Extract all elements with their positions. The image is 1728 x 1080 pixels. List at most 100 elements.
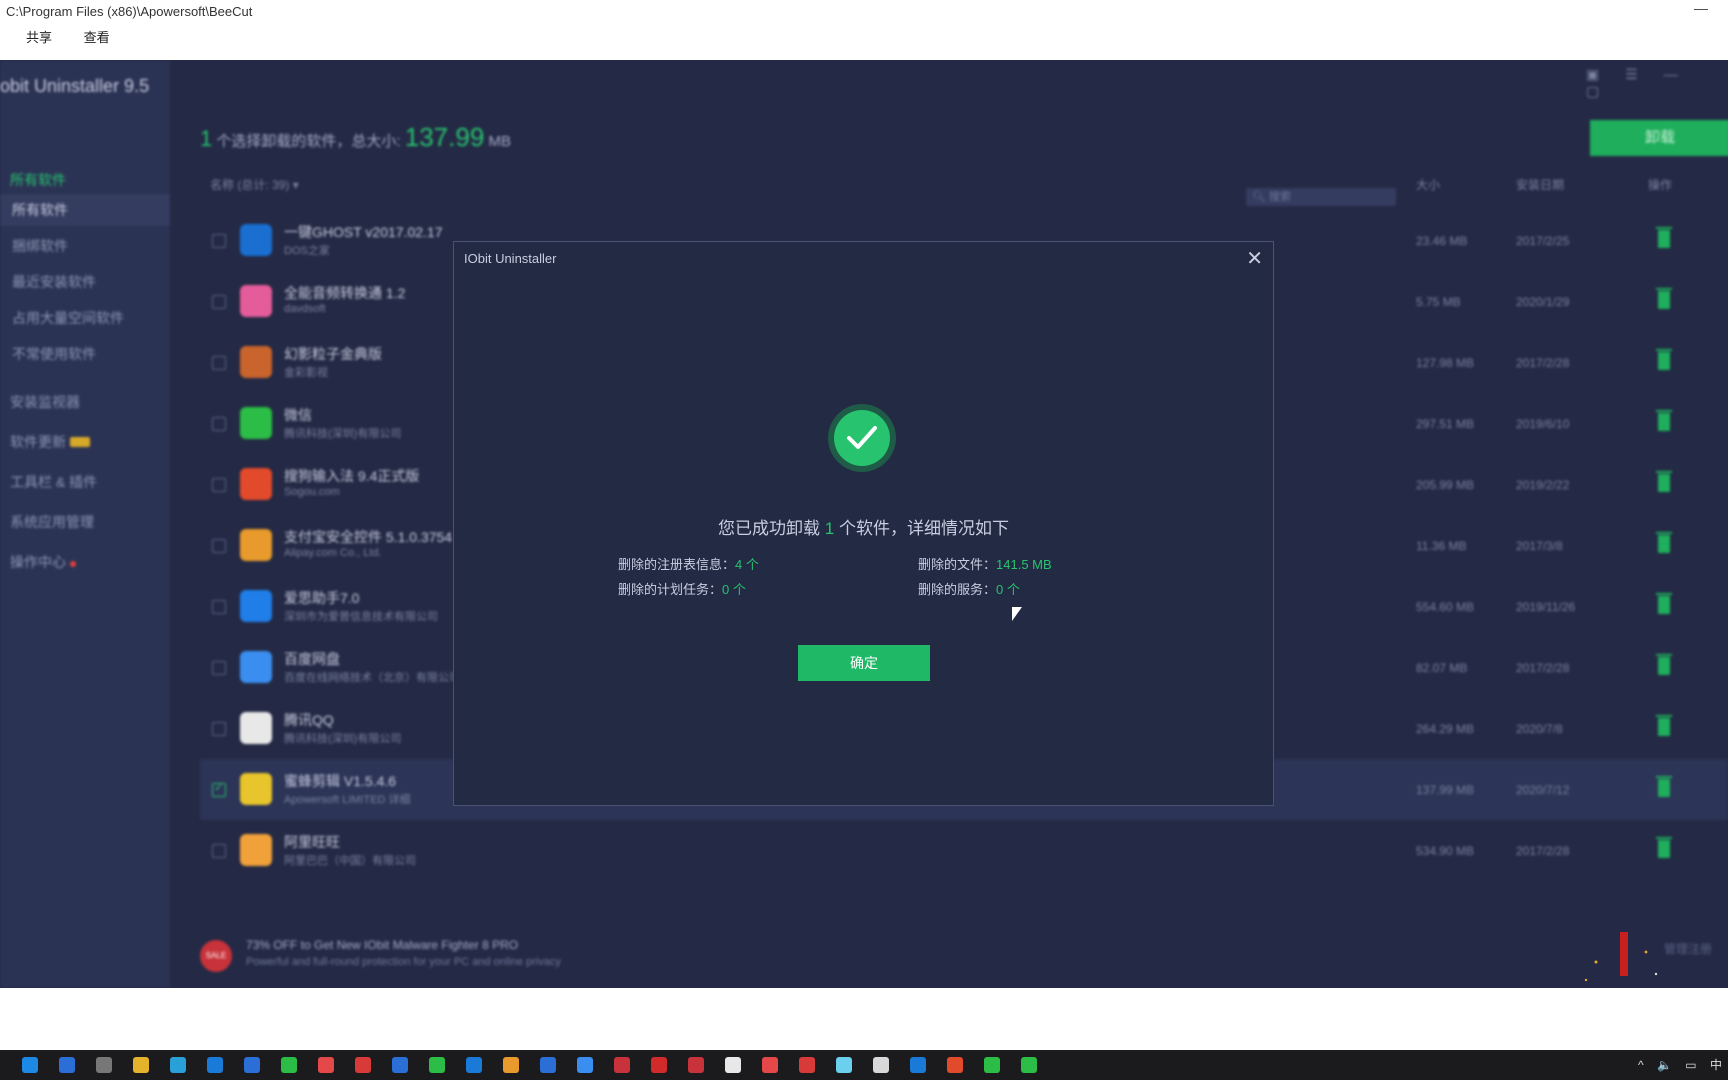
registry-label: 删除的注册表信息： [618, 557, 736, 572]
trash-icon[interactable] [1656, 715, 1672, 736]
taskbar-app-icon[interactable] [133, 1057, 149, 1073]
row-checkbox[interactable] [212, 539, 226, 553]
maximize-icon[interactable]: ▢ [1586, 83, 1599, 99]
explorer-minimize-icon[interactable]: — [1694, 0, 1708, 16]
sidebar-sub-large[interactable]: 占用大量空间软件 [12, 308, 124, 328]
row-checkbox[interactable] [212, 295, 226, 309]
row-checkbox[interactable] [212, 417, 226, 431]
taskbar-app-icon[interactable] [910, 1057, 926, 1073]
row-size: 297.51 MB [1416, 417, 1475, 431]
sidebar-sub-bundled[interactable]: 捆绑软件 [12, 236, 68, 256]
taskbar-app-icon[interactable] [281, 1057, 297, 1073]
row-name: 搜狗输入法 9.4正式版 [284, 468, 420, 484]
taskbar-app-icon[interactable] [429, 1057, 445, 1073]
firework-decoration-icon [1584, 932, 1658, 982]
row-checkbox[interactable] [212, 356, 226, 370]
app-icon [240, 712, 272, 744]
row-checkbox[interactable] [212, 661, 226, 675]
ok-button[interactable]: 确定 [798, 645, 930, 681]
row-name: 腾讯QQ [284, 712, 334, 728]
taskbar-app-icon[interactable] [651, 1057, 667, 1073]
volume-icon[interactable]: 🔈 [1657, 1058, 1672, 1072]
taskbar-app-icon[interactable] [466, 1057, 482, 1073]
sidebar-sub-rarely-used[interactable]: 不常使用软件 [12, 344, 96, 364]
taskbar-app-icon[interactable] [392, 1057, 408, 1073]
tray-expand-icon[interactable]: ^ [1638, 1058, 1644, 1072]
row-checkbox[interactable] [212, 478, 226, 492]
taskbar-app-icon[interactable] [577, 1057, 593, 1073]
trash-icon[interactable] [1656, 837, 1672, 858]
row-checkbox[interactable] [212, 600, 226, 614]
taskbar-app-icon[interactable] [725, 1057, 741, 1073]
taskbar-app-icon[interactable] [170, 1057, 186, 1073]
search-input[interactable]: 🔍︎ 搜索 [1246, 188, 1396, 206]
row-publisher: 腾讯科技(深圳)有限公司 [284, 428, 402, 440]
row-publisher-name: Apowersoft LIMITED [284, 794, 386, 806]
taskbar-app-icon[interactable] [59, 1057, 75, 1073]
uninstall-button[interactable]: 卸载 [1590, 120, 1728, 156]
row-publisher: 深圳市为爱普信息技术有限公司 [284, 611, 438, 623]
taskbar-app-icon[interactable] [22, 1057, 38, 1073]
sidebar-item-windows-apps[interactable]: 系统应用管理 [10, 512, 94, 532]
taskbar-app-icon[interactable] [355, 1057, 371, 1073]
taskbar-app-icon[interactable] [688, 1057, 704, 1073]
taskbar-app-icon[interactable] [836, 1057, 852, 1073]
menu-view[interactable]: 查看 [84, 30, 110, 45]
taskbar-app-icon[interactable] [947, 1057, 963, 1073]
taskbar-app-icon[interactable] [799, 1057, 815, 1073]
row-size: 5.75 MB [1416, 295, 1461, 309]
taskbar-app-icon[interactable] [540, 1057, 556, 1073]
trash-icon[interactable] [1656, 776, 1672, 797]
trash-icon[interactable] [1656, 471, 1672, 492]
sidebar-item-all-software[interactable]: 所有软件 [10, 170, 66, 190]
sidebar-sub-recent[interactable]: 最近安装软件 [12, 272, 96, 292]
taskbar-app-icon[interactable] [318, 1057, 334, 1073]
trash-icon[interactable] [1656, 532, 1672, 553]
menu-icon[interactable]: ☰ [1625, 66, 1638, 82]
sidebar-item-toolbars-plugins[interactable]: 工具栏 & 插件 [10, 472, 97, 492]
taskbar-app-icon[interactable] [207, 1057, 223, 1073]
gift-icon[interactable]: ▣ [1586, 66, 1599, 82]
taskbar-app-icon[interactable] [614, 1057, 630, 1073]
sidebar-item-install-monitor[interactable]: 安装监视器 [10, 392, 80, 412]
trash-icon[interactable] [1656, 654, 1672, 675]
trash-icon[interactable] [1656, 410, 1672, 431]
taskbar-app-icon[interactable] [96, 1057, 112, 1073]
trash-icon[interactable] [1656, 349, 1672, 370]
row-checkbox[interactable] [212, 722, 226, 736]
table-row[interactable]: 阿里旺旺 阿里巴巴（中国）有限公司 534.90 MB 2017/2/28 [200, 820, 1728, 881]
sidebar-sub-all[interactable]: 所有软件 [0, 194, 170, 226]
row-date: 2017/3/8 [1516, 539, 1563, 553]
minimize-icon[interactable]: — [1664, 66, 1678, 82]
sidebar-item-software-updater[interactable]: 软件更新 [10, 432, 90, 452]
details-link[interactable]: 详细 [389, 794, 411, 806]
taskbar-app-icon[interactable] [244, 1057, 260, 1073]
promo-banner[interactable]: 73% OFF to Get New IObit Malware Fighter… [246, 938, 561, 968]
menu-share[interactable]: 共享 [26, 30, 52, 45]
app-title: obit Uninstaller 9.5 [0, 76, 150, 96]
taskbar-app-icon[interactable] [503, 1057, 519, 1073]
taskbar-app-icon[interactable] [984, 1057, 1000, 1073]
taskbar-app-icon[interactable] [762, 1057, 778, 1073]
promo-title: 73% OFF to Get New IObit Malware Fighter… [246, 938, 519, 952]
trash-icon[interactable] [1656, 593, 1672, 614]
column-name-label: 名称 (总计: 39) [210, 178, 290, 192]
column-size[interactable]: 大小 [1416, 176, 1440, 193]
row-checkbox-checked[interactable] [212, 781, 226, 797]
close-icon[interactable]: ✕ [1246, 246, 1263, 271]
network-icon[interactable]: ▭ [1685, 1058, 1696, 1072]
column-install-date[interactable]: 安装日期 [1516, 176, 1564, 193]
row-checkbox[interactable] [212, 234, 226, 248]
trash-icon[interactable] [1656, 227, 1672, 248]
row-publisher: davdsoft [284, 303, 326, 315]
column-action: 操作 [1648, 178, 1673, 192]
column-name[interactable]: 名称 (总计: 39) ▾ [210, 176, 299, 193]
sidebar-item-action-center[interactable]: 操作中心 [10, 552, 76, 572]
trash-icon[interactable] [1656, 288, 1672, 309]
row-checkbox[interactable] [212, 844, 226, 858]
tasks-value: 0 个 [722, 582, 746, 597]
sale-badge[interactable]: SALE [200, 940, 232, 972]
input-method-indicator[interactable]: 中 [1710, 1058, 1722, 1072]
taskbar-app-icon[interactable] [1021, 1057, 1037, 1073]
taskbar-app-icon[interactable] [873, 1057, 889, 1073]
